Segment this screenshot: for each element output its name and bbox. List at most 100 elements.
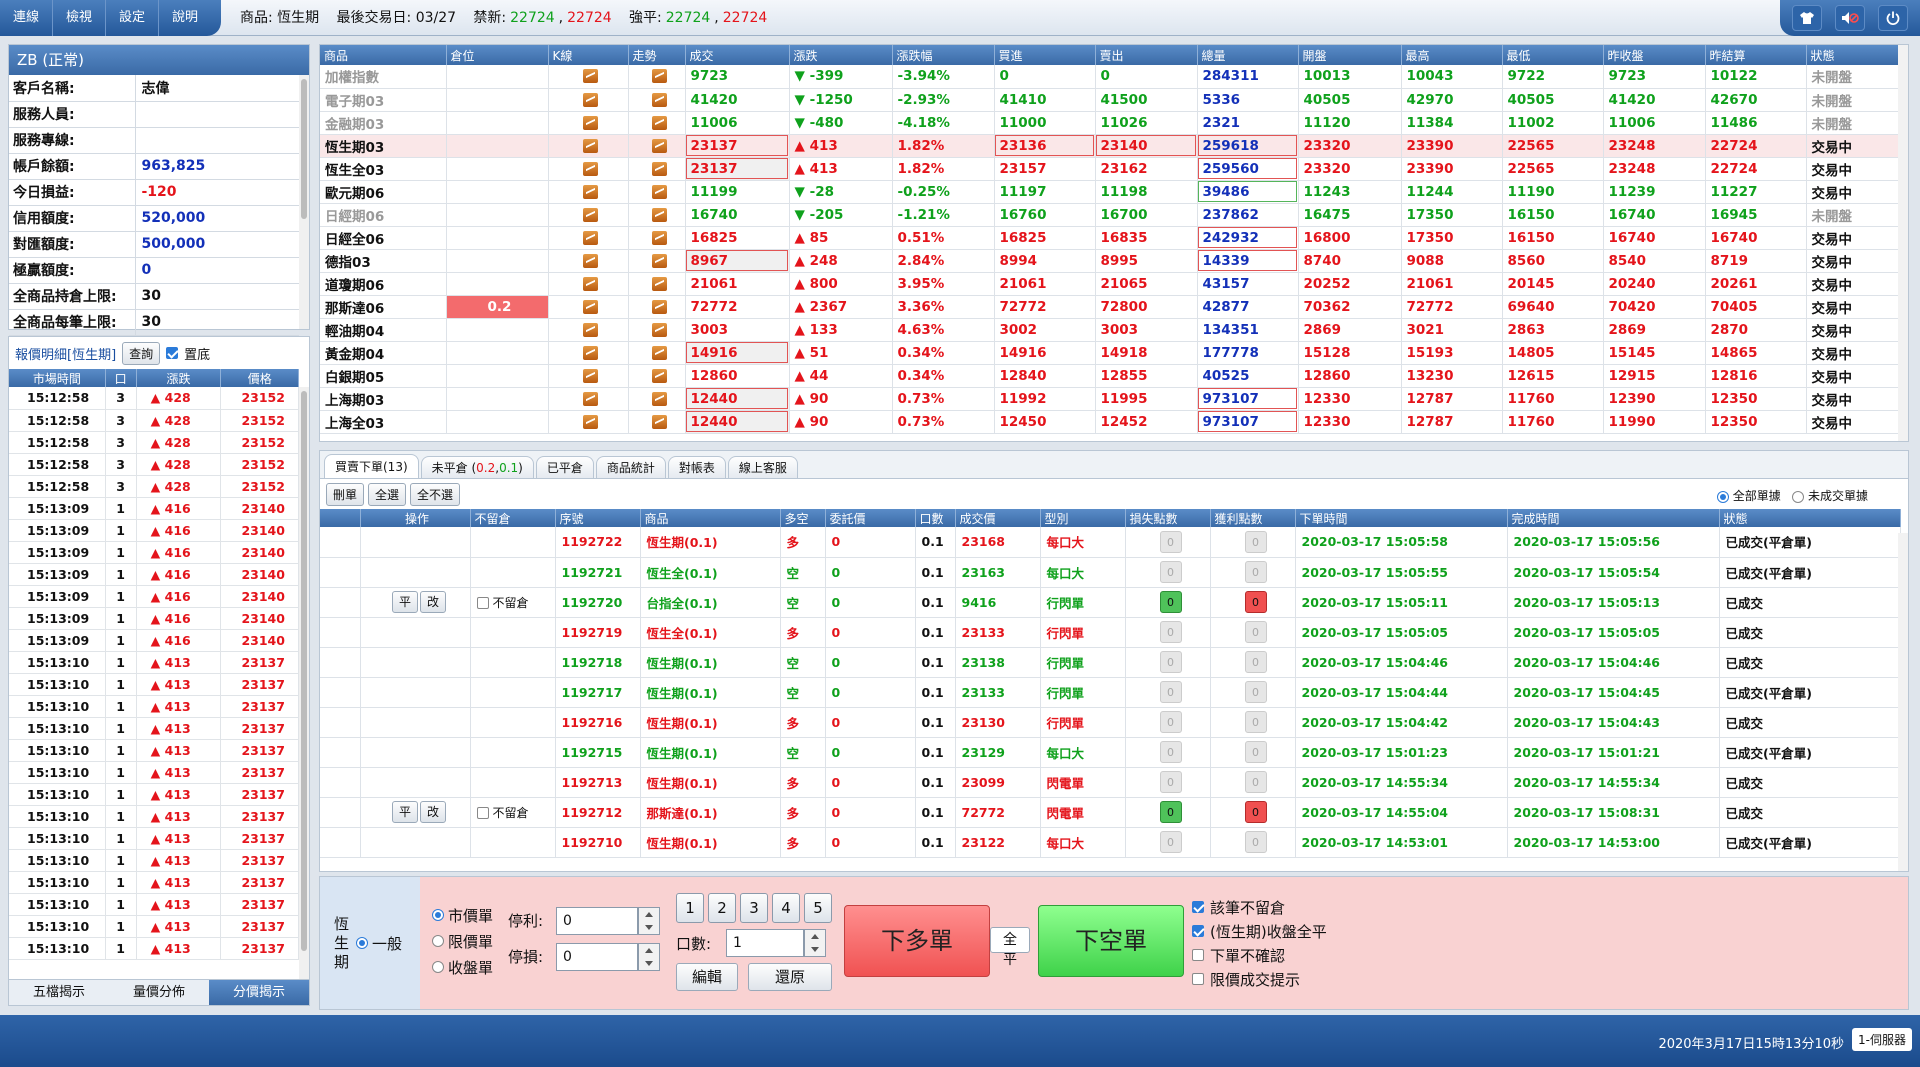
trend-chart-icon[interactable]	[651, 92, 667, 107]
quote-scrollbar[interactable]	[1898, 45, 1908, 441]
qty-input[interactable]: 1	[726, 929, 804, 957]
profit-points-button[interactable]: 0	[1244, 801, 1267, 823]
quote-row[interactable]: 加權指數 9723 ▼ -399 -3.94% 0 0 284311 10013 10043 97…	[320, 65, 1901, 89]
order-row[interactable]: 1192710 恆生期(0.1) 多 0 0.1 23122 每口大 0 0 2020-03-17…	[320, 827, 1901, 858]
quote-product[interactable]: 金融期03	[320, 111, 447, 135]
quote-trend[interactable]	[628, 318, 686, 342]
kline-chart-icon[interactable]	[583, 253, 598, 268]
kline-chart-icon[interactable]	[583, 230, 598, 245]
kline-chart-icon[interactable]	[583, 69, 598, 84]
quote-kline[interactable]	[548, 65, 629, 89]
loss-points-button[interactable]: 0	[1159, 621, 1182, 643]
select-none-button[interactable]: 全不選	[410, 482, 461, 506]
quote-kline[interactable]	[548, 111, 629, 135]
loss-points-button[interactable]: 0	[1159, 801, 1182, 823]
order-row[interactable]: 平改不留倉 1192712 那斯達(0.1) 多 0 0.1 72772 閃電單 0 0 2020-…	[320, 797, 1901, 828]
limit-order-radio[interactable]	[432, 935, 444, 947]
quote-row[interactable]: 金融期03 11006 ▼ -480 -4.18% 11000 11026 2321 1112…	[320, 111, 1901, 135]
trend-chart-icon[interactable]	[651, 115, 667, 130]
quote-product[interactable]: 上海全03	[320, 410, 447, 434]
trend-chart-icon[interactable]	[651, 322, 667, 337]
filter-open-radio[interactable]	[1792, 490, 1805, 503]
quote-trend[interactable]	[628, 249, 686, 273]
quote-row[interactable]: 日經期06 16740 ▼ -205 -1.21% 16760 16700 237862 16…	[320, 203, 1901, 227]
kline-chart-icon[interactable]	[583, 184, 598, 199]
loss-points-button[interactable]: 0	[1159, 651, 1182, 673]
quote-kline[interactable]	[548, 134, 629, 158]
quote-trend[interactable]	[628, 111, 686, 135]
trend-chart-icon[interactable]	[651, 69, 667, 84]
quote-row[interactable]: 日經全06 16825 ▲ 85 0.51% 16825 16835 242932 16800…	[320, 226, 1901, 250]
quote-row[interactable]: 黃金期04 14916 ▲ 51 0.34% 14916 14918 177778 15128…	[320, 341, 1901, 365]
order-row[interactable]: 1192717 恆生期(0.1) 空 0 0.1 23133 行閃單 0 0 2020-03-17…	[320, 677, 1901, 708]
pin-bottom-checkbox[interactable]	[166, 347, 179, 359]
buy-long-button[interactable]: 下多單	[844, 905, 990, 977]
kline-chart-icon[interactable]	[583, 345, 598, 360]
edit-order-button[interactable]: 改	[420, 801, 446, 823]
quote-trend[interactable]	[628, 180, 686, 204]
quote-row[interactable]: 道瓊期06 21061 ▲ 800 3.95% 21061 21065 43157 20252…	[320, 272, 1901, 296]
order-row[interactable]: 1192715 恆生期(0.1) 空 0 0.1 23129 每口大 0 0 2020-03-17…	[320, 737, 1901, 768]
quote-kline[interactable]	[548, 295, 629, 319]
trend-chart-icon[interactable]	[651, 184, 667, 199]
tab-open-positions[interactable]: 未平倉 (0.2,0.1)	[420, 456, 534, 478]
kline-chart-icon[interactable]	[583, 92, 598, 107]
quote-row[interactable]: 電子期03 41420 ▼ -1250 -2.93% 41410 41500 5336 405…	[320, 88, 1901, 112]
order-row[interactable]: 1192722 恆生期(0.1) 多 0 0.1 23168 每口大 0 0 2020-03-17…	[320, 527, 1901, 558]
quote-kline[interactable]	[548, 318, 629, 342]
server-indicator[interactable]: 1-伺服器	[1852, 1028, 1912, 1051]
kline-chart-icon[interactable]	[583, 391, 598, 406]
trend-chart-icon[interactable]	[651, 368, 667, 383]
quote-kline[interactable]	[548, 203, 629, 227]
profit-points-button[interactable]: 0	[1244, 621, 1267, 643]
qty-preset-4[interactable]: 4	[772, 893, 800, 923]
mode-normal-radio[interactable]	[356, 937, 368, 949]
take-profit-spinner[interactable]	[638, 907, 660, 935]
quote-trend[interactable]	[628, 88, 686, 112]
tab-statement[interactable]: 對帳表	[667, 456, 726, 478]
quote-trend[interactable]	[628, 295, 686, 319]
kline-chart-icon[interactable]	[583, 414, 598, 429]
quote-product[interactable]: 電子期03	[320, 88, 447, 112]
trend-chart-icon[interactable]	[651, 230, 667, 245]
menu-help[interactable]: 說明	[159, 0, 211, 36]
tab-support[interactable]: 線上客服	[727, 456, 798, 478]
tab-five-levels[interactable]: 五檔揭示	[9, 980, 109, 1005]
quote-product[interactable]: 白銀期05	[320, 364, 447, 388]
qty-preset-5[interactable]: 5	[804, 893, 832, 923]
kline-chart-icon[interactable]	[583, 276, 598, 291]
quote-trend[interactable]	[628, 65, 686, 89]
sound-muted-icon[interactable]	[1834, 5, 1865, 31]
quote-trend[interactable]	[628, 387, 686, 411]
flatten-all-button[interactable]: 全平	[990, 927, 1030, 968]
quote-product[interactable]: 日經全06	[320, 226, 447, 250]
quote-product[interactable]: 德指03	[320, 249, 447, 273]
trend-chart-icon[interactable]	[651, 345, 667, 360]
kline-chart-icon[interactable]	[583, 368, 598, 383]
trend-chart-icon[interactable]	[651, 276, 667, 291]
order-row[interactable]: 平改不留倉 1192720 台指全(0.1) 空 0 0.1 9416 行閃單 0 0 2020-0…	[320, 587, 1901, 618]
select-all-button[interactable]: 全選	[368, 482, 407, 506]
order-row[interactable]: 1192719 恆生全(0.1) 多 0 0.1 23133 行閃單 0 0 2020-03-17…	[320, 617, 1901, 648]
tab-volume-price[interactable]: 量價分佈	[109, 980, 209, 1005]
quote-row[interactable]: 輕油期04 3003 ▲ 133 4.63% 3002 3003 134351 2869 302…	[320, 318, 1901, 342]
quote-product[interactable]: 恆生全03	[320, 157, 447, 181]
trend-chart-icon[interactable]	[651, 253, 667, 268]
quote-product[interactable]: 恆生期03	[320, 134, 447, 158]
close-flat-checkbox[interactable]	[1192, 925, 1204, 937]
nohold-checkbox[interactable]	[476, 597, 489, 609]
limit-fill-alert-checkbox[interactable]	[1192, 973, 1204, 985]
reset-button[interactable]: 還原	[748, 963, 832, 991]
quote-trend[interactable]	[628, 134, 686, 158]
quote-kline[interactable]	[548, 387, 629, 411]
edit-order-button[interactable]: 改	[420, 591, 446, 613]
qty-preset-2[interactable]: 2	[708, 893, 736, 923]
filter-all-radio[interactable]	[1716, 490, 1729, 503]
order-row[interactable]: 1192713 恆生期(0.1) 多 0 0.1 23099 閃電單 0 0 2020-03-17…	[320, 767, 1901, 798]
quote-kline[interactable]	[548, 410, 629, 434]
quote-kline[interactable]	[548, 226, 629, 250]
tab-orders[interactable]: 買賣下單(13)	[324, 454, 419, 478]
quote-product[interactable]: 歐元期06	[320, 180, 447, 204]
kline-chart-icon[interactable]	[583, 207, 598, 222]
trend-chart-icon[interactable]	[651, 391, 667, 406]
